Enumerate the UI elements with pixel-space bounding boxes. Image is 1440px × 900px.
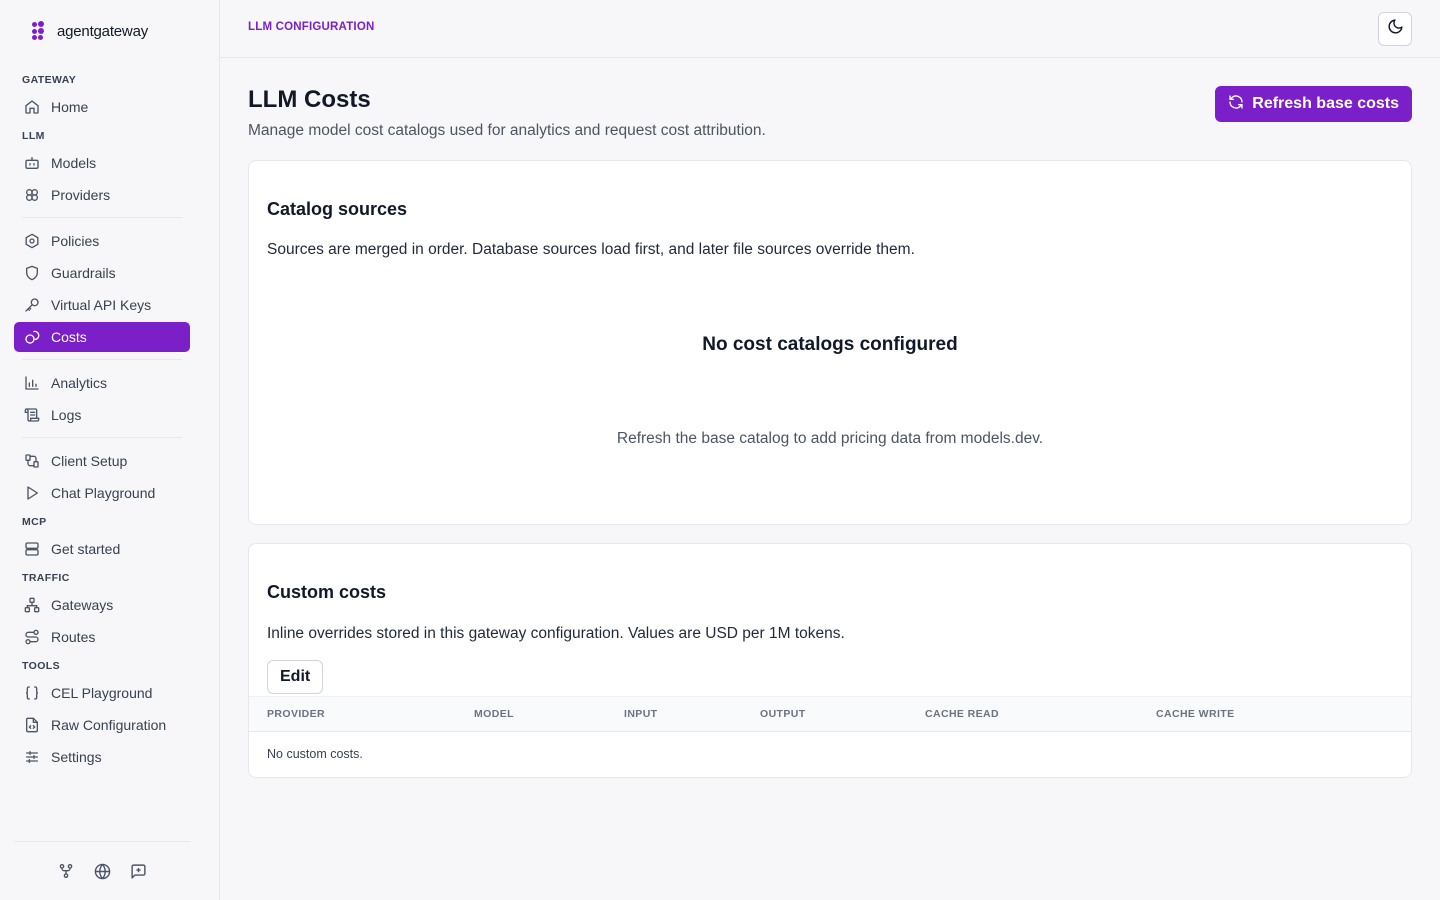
plug-icon	[23, 453, 40, 470]
sidebar-item-models[interactable]: Models	[14, 148, 190, 178]
sidebar-item-providers[interactable]: Providers	[14, 180, 190, 210]
section-label-mcp: MCP	[22, 516, 47, 528]
sidebar-footer	[14, 841, 190, 900]
catalog-sources-card: Catalog sources Sources are merged in or…	[248, 160, 1412, 525]
empty-state-title: No cost catalogs configured	[702, 334, 958, 355]
key-icon	[23, 297, 40, 314]
column-header-provider[interactable]: PROVIDER	[267, 708, 325, 720]
refresh-icon	[1228, 94, 1244, 115]
sidebar-item-home[interactable]: Home	[14, 92, 190, 122]
section-label-traffic: TRAFFIC	[22, 572, 70, 584]
nav-divider	[22, 359, 182, 360]
table-header: PROVIDER MODEL INPUT OUTPUT CACHE READ C…	[249, 696, 1411, 732]
sidebar-item-label: Gateways	[51, 597, 114, 613]
sidebar-item-gateways[interactable]: Gateways	[14, 590, 190, 620]
section-label-tools: TOOLS	[22, 660, 60, 672]
column-header-cache-read[interactable]: CACHE READ	[925, 708, 999, 720]
top-bar: LLM CONFIGURATION	[220, 0, 1440, 58]
refresh-base-costs-button[interactable]: Refresh base costs	[1215, 86, 1412, 122]
sidebar-item-costs[interactable]: Costs	[14, 322, 190, 352]
brand-name: agentgateway	[57, 22, 149, 40]
sidebar-item-chat-playground[interactable]: Chat Playground	[14, 478, 190, 508]
file-code-icon	[23, 717, 40, 734]
play-icon	[23, 485, 40, 502]
sidebar-item-client-setup[interactable]: Client Setup	[14, 446, 190, 476]
table-empty-row: No custom costs.	[267, 747, 363, 761]
sidebar-item-label: Settings	[51, 749, 102, 765]
custom-costs-card: Custom costs Inline overrides stored in …	[248, 543, 1412, 778]
sidebar-item-guardrails[interactable]: Guardrails	[14, 258, 190, 288]
sidebar-nav: GATEWAY Home LLM Models Providers Polici…	[14, 66, 190, 774]
sidebar-item-get-started[interactable]: Get started	[14, 534, 190, 564]
catalog-sources-description: Sources are merged in order. Database so…	[267, 241, 915, 258]
sidebar-item-label: Client Setup	[51, 453, 128, 469]
edit-button[interactable]: Edit	[267, 660, 324, 694]
sidebar-item-label: Home	[51, 99, 89, 115]
git-fork-icon[interactable]	[57, 862, 75, 880]
sidebar-item-label: Guardrails	[51, 265, 116, 281]
sidebar-item-label: Models	[51, 155, 97, 171]
sidebar-item-label: Providers	[51, 187, 111, 203]
page-subtitle: Manage model cost catalogs used for anal…	[248, 122, 766, 139]
sidebar: agentgateway GATEWAY Home LLM Models Pro…	[0, 0, 220, 900]
theme-toggle-button[interactable]	[1378, 12, 1412, 46]
sidebar-item-label: Costs	[51, 329, 87, 345]
agentgateway-logo-icon	[32, 21, 50, 40]
sidebar-item-virtual-api-keys[interactable]: Virtual API Keys	[14, 290, 190, 320]
network-icon	[23, 597, 40, 614]
custom-costs-description: Inline overrides stored in this gateway …	[267, 625, 845, 642]
column-header-model[interactable]: MODEL	[474, 708, 514, 720]
feedback-icon[interactable]	[129, 862, 147, 880]
scroll-icon	[23, 407, 40, 424]
section-label-llm: LLM	[22, 130, 45, 142]
custom-costs-title: Custom costs	[267, 582, 387, 602]
globe-icon[interactable]	[93, 862, 111, 880]
braces-icon	[23, 685, 40, 702]
sidebar-item-logs[interactable]: Logs	[14, 400, 190, 430]
sidebar-item-label: Virtual API Keys	[51, 297, 152, 313]
sidebar-item-label: CEL Playground	[51, 685, 153, 701]
sidebar-item-label: Get started	[51, 541, 121, 557]
policies-icon	[23, 233, 40, 250]
sidebar-item-routes[interactable]: Routes	[14, 622, 190, 652]
breadcrumb: LLM CONFIGURATION	[248, 21, 375, 33]
moon-icon	[1387, 18, 1404, 40]
server-icon	[23, 541, 40, 558]
route-icon	[23, 629, 40, 646]
sidebar-item-label: Policies	[51, 233, 100, 249]
empty-state-description: Refresh the base catalog to add pricing …	[616, 430, 1044, 447]
sidebar-item-label: Chat Playground	[51, 485, 156, 501]
sidebar-item-label: Raw Configuration	[51, 717, 167, 733]
sidebar-item-settings[interactable]: Settings	[14, 742, 190, 772]
nav-divider	[22, 217, 182, 218]
shield-icon	[23, 265, 40, 282]
section-label-gateway: GATEWAY	[22, 74, 77, 86]
sidebar-item-analytics[interactable]: Analytics	[14, 368, 190, 398]
bar-chart-icon	[23, 375, 40, 392]
sidebar-item-cel-playground[interactable]: CEL Playground	[14, 678, 190, 708]
sidebar-item-raw-configuration[interactable]: Raw Configuration	[14, 710, 190, 740]
providers-icon	[23, 187, 40, 204]
column-header-cache-write[interactable]: CACHE WRITE	[1156, 708, 1234, 720]
sliders-icon	[23, 749, 40, 766]
page-title: LLM Costs	[248, 86, 371, 113]
brand-logo[interactable]: agentgateway	[32, 20, 148, 42]
column-header-input[interactable]: INPUT	[624, 708, 658, 720]
sidebar-item-policies[interactable]: Policies	[14, 226, 190, 256]
column-header-output[interactable]: OUTPUT	[760, 708, 806, 720]
refresh-button-label: Refresh base costs	[1252, 95, 1399, 112]
sidebar-item-label: Routes	[51, 629, 96, 645]
catalog-sources-title: Catalog sources	[267, 199, 408, 219]
coins-icon	[23, 329, 40, 346]
bot-icon	[23, 155, 40, 172]
home-icon	[23, 99, 40, 116]
nav-divider	[22, 437, 182, 438]
sidebar-item-label: Logs	[51, 407, 82, 423]
sidebar-item-label: Analytics	[51, 375, 108, 391]
